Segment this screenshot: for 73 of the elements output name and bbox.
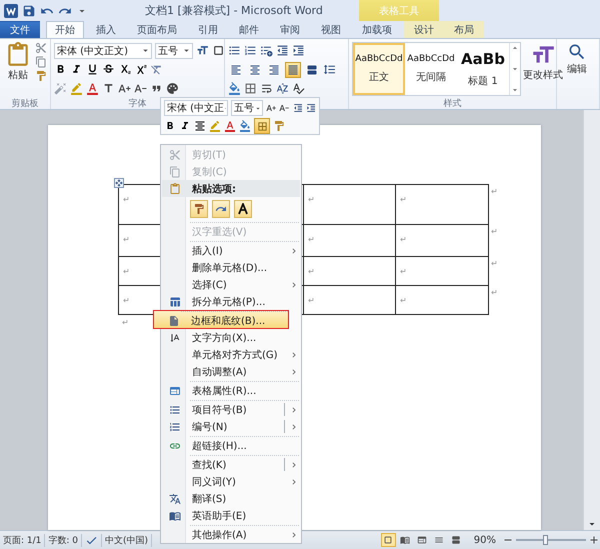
row-end-mark: ↵ — [490, 186, 498, 198]
menu-item[interactable]: 表格属性(R)... — [162, 380, 300, 399]
font-size-field[interactable]: 五号 — [231, 100, 263, 116]
group-label: 剪贴板 — [12, 98, 38, 109]
menu-item[interactable]: 翻译(S) — [162, 490, 300, 507]
row-end-mark: ↵ — [490, 258, 498, 270]
styles-gallery[interactable]: AaBbCcDd 正文 AaBbCcDd 无间隔 AaBb 标题 1 — [352, 42, 521, 96]
word-count: 字数: 0 — [45, 534, 82, 546]
menu-item[interactable]: 插入(I) — [162, 240, 300, 259]
cell-mark: ↵ — [400, 195, 407, 204]
font-name-field[interactable]: 宋体 (中文正文) — [54, 42, 152, 58]
style-preview: AaBb — [461, 50, 505, 68]
style-option[interactable]: AaBbCcDd 无间隔 — [405, 43, 457, 95]
cell-mark: ↵ — [308, 235, 315, 244]
paragraph-mark: ↵ — [121, 317, 129, 327]
menu-item[interactable]: 拆分单元格(P)... — [162, 293, 300, 310]
style-name: 标题 1 — [468, 74, 498, 88]
style-option[interactable]: AaBb 标题 1 — [457, 43, 509, 95]
menu-item[interactable]: 英语助手(E) — [162, 507, 300, 524]
cell-mark: ↵ — [400, 267, 407, 276]
language-indicator[interactable]: 中文(中国) — [102, 534, 152, 546]
ribbon-tab[interactable]: 开始 — [46, 21, 84, 38]
page-count: 页面: 1/1 — [0, 534, 46, 546]
menu-item[interactable]: 项目符号(B) — [162, 399, 300, 418]
cell-mark: ↵ — [123, 267, 130, 276]
menu-item[interactable]: 自动调整(A) — [162, 363, 300, 380]
ribbon-tab[interactable]: 视图 — [312, 21, 350, 38]
row-end-mark: ↵ — [490, 287, 498, 299]
ribbon-tab[interactable]: 插入 — [87, 21, 125, 38]
style-preview: AaBbCcDd — [355, 54, 403, 64]
row-end-mark: ↵ — [490, 226, 498, 238]
cell-mark: ↵ — [123, 195, 130, 204]
ribbon-tab[interactable]: 设计 — [404, 21, 444, 38]
ribbon-tab[interactable]: 审阅 — [271, 21, 309, 38]
cell-mark: ↵ — [308, 296, 315, 305]
ribbon-tab[interactable]: 加载项 — [353, 21, 401, 38]
menu-item[interactable]: 同义词(Y) — [162, 473, 300, 490]
window-title: 文档1 [兼容模式] - Microsoft Word — [145, 3, 323, 18]
style-name: 无间隔 — [416, 71, 446, 84]
style-preview: AaBbCcDd — [407, 54, 455, 64]
menu-item[interactable]: 删除单元格(D)... — [162, 259, 300, 276]
menu-item[interactable]: 文字方向(X)... — [162, 329, 300, 346]
cell-mark: ↵ — [400, 235, 407, 244]
cell-mark: ↵ — [123, 235, 130, 244]
ribbon-tab[interactable]: 引用 — [189, 21, 227, 38]
menu-item[interactable]: 边框和底纹(B)... — [153, 310, 289, 329]
cell-mark: ↵ — [123, 296, 130, 305]
ribbon-tab[interactable]: 页面布局 — [128, 21, 186, 38]
group-label: 样式 — [444, 98, 462, 109]
menu-item[interactable]: 查找(K) — [162, 454, 300, 473]
menu-item[interactable]: 单元格对齐方式(G) — [162, 346, 300, 363]
ribbon-tab[interactable]: 布局 — [444, 21, 484, 38]
font-name-field[interactable]: 宋体 (中文正 — [164, 100, 228, 116]
group-label: 字体 — [128, 98, 146, 109]
mini-toolbar[interactable]: 宋体 (中文正 五号 — [160, 97, 320, 135]
editing-label[interactable]: 编辑 — [567, 62, 587, 76]
menu-item[interactable]: 编号(N) — [162, 418, 300, 435]
context-group-label: 表格工具 — [359, 0, 439, 21]
ribbon-tab[interactable]: 邮件 — [230, 21, 268, 38]
file-tab[interactable]: 文件 — [0, 21, 40, 38]
style-name: 正文 — [369, 70, 389, 84]
paste-label[interactable]: 粘贴 — [8, 68, 28, 82]
menu-item[interactable]: 选择(C) — [162, 276, 300, 293]
menu-item[interactable]: 超链接(H)... — [162, 435, 300, 454]
cell-mark: ↵ — [308, 267, 315, 276]
style-option[interactable]: AaBbCcDd 正文 — [353, 43, 405, 95]
cell-mark: ↵ — [400, 296, 407, 305]
zoom-level: 90% — [472, 534, 497, 546]
change-styles-label[interactable]: 更改样式 — [523, 68, 563, 82]
cell-mark: ↵ — [308, 195, 315, 204]
menu-item[interactable]: 其他操作(A) — [162, 524, 300, 543]
menu-section-header: 粘贴选项: — [162, 180, 300, 197]
font-size-field[interactable]: 五号 — [155, 42, 193, 58]
